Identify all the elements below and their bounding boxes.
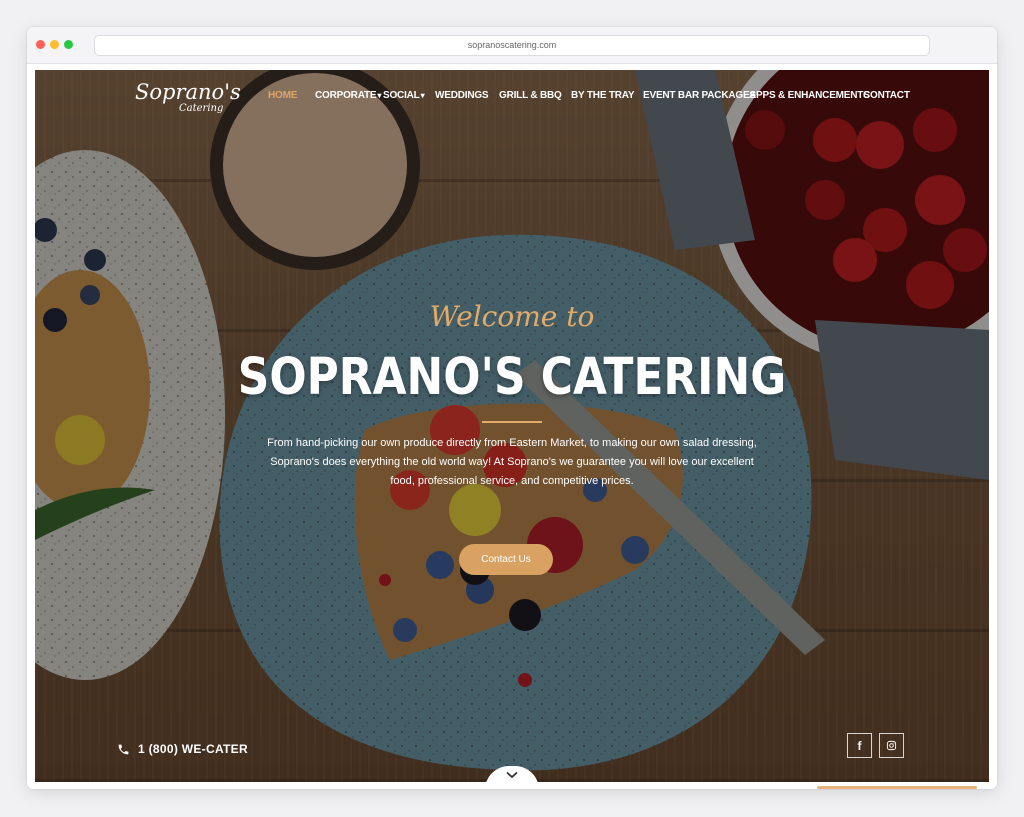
phone-icon [118, 744, 129, 754]
browser-window: sopranoscatering.com Soprano's Catering … [27, 27, 997, 789]
next-section-peek [817, 786, 977, 789]
browser-titlebar: sopranoscatering.com [27, 27, 997, 64]
nav-corporate-label: CORPORATE [315, 90, 377, 101]
chevron-down-icon: ▾ [420, 91, 425, 100]
minimize-window-button[interactable] [50, 40, 59, 49]
logo-wordmark: Soprano's [135, 80, 241, 104]
nav-corporate[interactable]: CORPORATE▾ [315, 90, 381, 104]
page-viewport: Soprano's Catering HOME CORPORATE▾ SOCIA… [35, 70, 989, 782]
close-window-button[interactable] [36, 40, 45, 49]
nav-apps-enhancements[interactable]: APPS & ENHANCEMENTS [749, 90, 870, 104]
nav-grill-bbq-label: GRILL & BBQ [499, 90, 562, 101]
nav-contact-label: CONTACT [863, 90, 910, 101]
nav-apps-enhancements-label: APPS & ENHANCEMENTS [749, 90, 870, 101]
nav-social-label: SOCIAL [383, 90, 420, 101]
nav-by-the-tray-label: BY THE TRAY [571, 90, 635, 101]
nav-weddings-label: WEDDINGS [435, 90, 489, 101]
nav-contact[interactable]: CONTACT [863, 90, 910, 104]
nav-home-label: HOME [268, 90, 298, 101]
site-logo[interactable]: Soprano's Catering [135, 80, 241, 116]
instagram-icon [886, 740, 897, 751]
nav-event-bar-packages-label: EVENT BAR PACKAGES [643, 90, 756, 101]
nav-home[interactable]: HOME [268, 90, 297, 104]
contact-us-button[interactable]: Contact Us [459, 544, 553, 575]
nav-by-the-tray[interactable]: BY THE TRAY [571, 90, 635, 104]
hero-description: From hand-picking our own produce direct… [267, 437, 757, 487]
nav-weddings[interactable]: WEDDINGS [435, 90, 489, 104]
facebook-link[interactable]: f [847, 733, 872, 758]
hero-welcome-script: Welcome to [429, 300, 595, 333]
nav-grill-bbq[interactable]: GRILL & BBQ [499, 90, 562, 104]
instagram-link[interactable] [879, 733, 904, 758]
nav-event-bar-packages[interactable]: EVENT BAR PACKAGES [643, 90, 756, 104]
hero-divider [482, 421, 542, 423]
hero-title: SOPRANO'S CATERING [237, 348, 787, 407]
address-bar[interactable]: sopranoscatering.com [94, 35, 930, 56]
phone-number: 1 (800) WE-CATER [138, 742, 248, 756]
logo-subtitle: Catering [179, 103, 224, 114]
chevron-down-icon: ▾ [377, 91, 382, 100]
hero-dark-overlay [35, 70, 989, 782]
chevron-down-icon [506, 771, 518, 779]
nav-social[interactable]: SOCIAL▾ [383, 90, 425, 104]
facebook-icon: f [857, 738, 862, 753]
phone-link[interactable]: 1 (800) WE-CATER [117, 740, 248, 758]
maximize-window-button[interactable] [64, 40, 73, 49]
